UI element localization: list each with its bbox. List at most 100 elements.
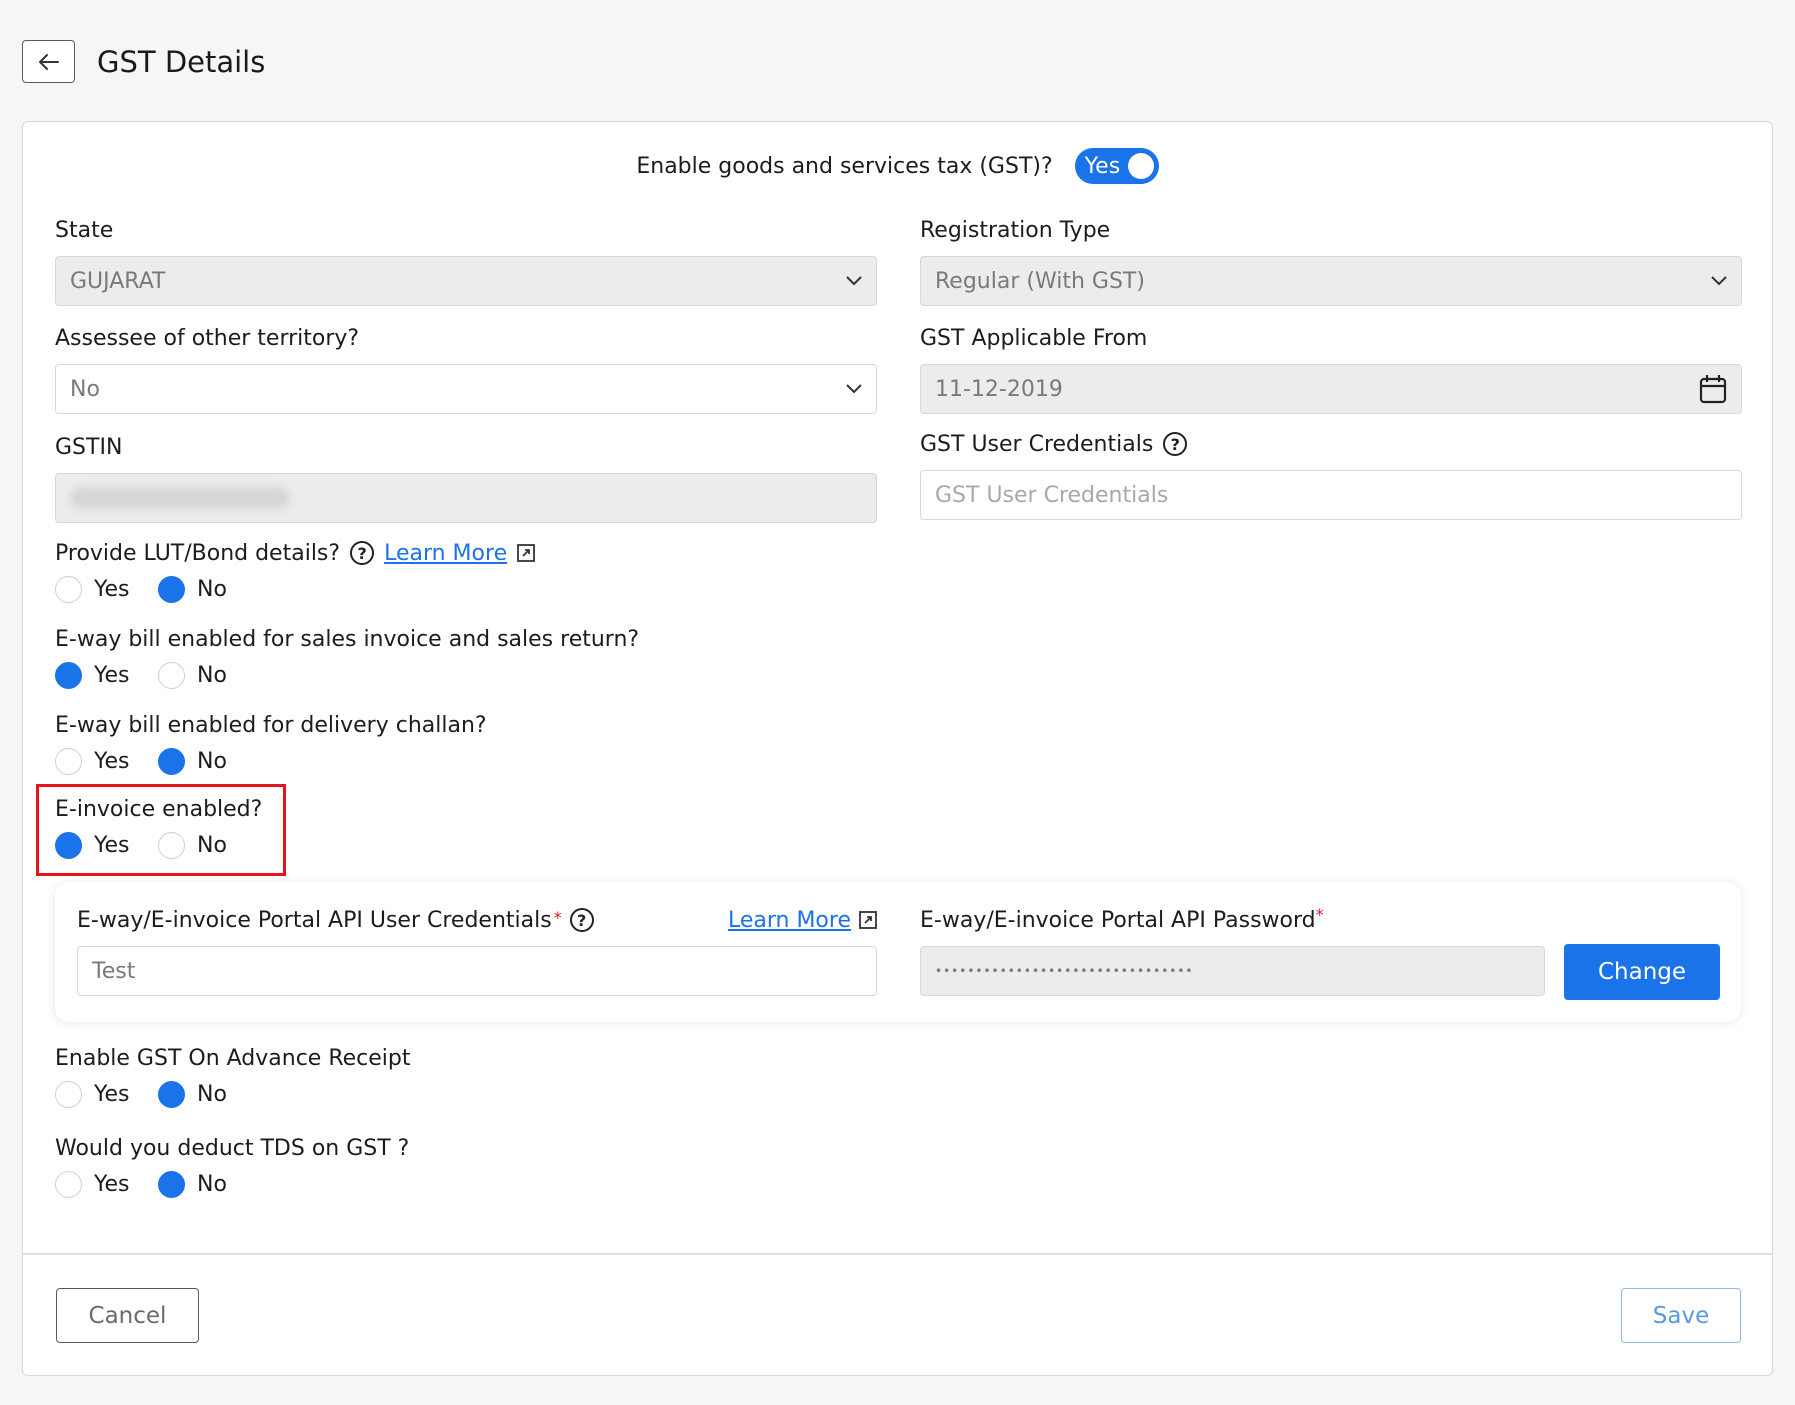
back-button[interactable] [22,40,75,83]
required-mark: * [553,907,562,927]
change-password-button[interactable]: Change [1564,944,1720,1000]
gst-credentials-placeholder: GST User Credentials [935,482,1169,508]
portal-password-value: •••••••••••••••••••••••••••••••• [935,964,1194,978]
tds-label: Would you deduct TDS on GST ? [55,1135,410,1161]
gstin-field: GSTIN [55,432,877,523]
lut-yes-radio[interactable] [55,575,82,603]
help-icon[interactable]: ? [569,908,594,932]
external-link-icon[interactable] [859,911,877,929]
portal-password-input[interactable]: •••••••••••••••••••••••••••••••• [920,946,1545,996]
tds-no-radio[interactable] [158,1170,185,1198]
gst-toggle-label: Enable goods and services tax (GST)? [636,153,1053,179]
chevron-down-icon [1711,276,1727,286]
advance-receipt-no-label: No [197,1081,227,1107]
eway-challan-radio-group: E-way bill enabled for delivery challan?… [55,710,487,776]
calendar-icon[interactable] [1699,374,1727,404]
cancel-button[interactable]: Cancel [56,1288,199,1343]
gst-credentials-input[interactable]: GST User Credentials [920,470,1742,520]
tds-no-label: No [197,1171,227,1197]
gst-form-card: Enable goods and services tax (GST)? Yes… [22,121,1773,1376]
state-label: State [55,217,114,243]
eway-sales-no-label: No [197,662,227,688]
assessee-value: No [70,376,100,402]
gst-toggle-value: Yes [1084,153,1121,179]
registration-type-label: Registration Type [920,217,1111,243]
lut-radio-group: Provide LUT/Bond details? ? Learn More Y… [55,538,536,604]
assessee-field: Assessee of other territory? No [55,323,877,414]
footer-divider [23,1253,1772,1255]
portal-password-label-row: E-way/E-invoice Portal API Password * [920,905,1545,935]
toggle-knob [1127,153,1154,179]
page-title: GST Details [97,44,266,79]
advance-receipt-yes-label: Yes [94,1081,130,1107]
gst-applicable-label: GST Applicable From [920,325,1148,351]
advance-receipt-radio-group: Enable GST On Advance Receipt Yes No [55,1043,411,1109]
lut-yes-label: Yes [94,576,130,602]
help-icon[interactable]: ? [1163,432,1188,456]
eway-challan-label: E-way bill enabled for delivery challan? [55,712,487,738]
chevron-down-icon [846,276,862,286]
eway-challan-no-label: No [197,748,227,774]
portal-user-label-row: E-way/E-invoice Portal API User Credenti… [77,905,877,935]
registration-type-select[interactable]: Regular (With GST) [920,256,1742,306]
eway-sales-label: E-way bill enabled for sales invoice and… [55,626,640,652]
gst-applicable-value: 11-12-2019 [935,376,1063,402]
eway-sales-yes-radio[interactable] [55,661,82,689]
assessee-label: Assessee of other territory? [55,325,360,351]
gst-credentials-field: GST User Credentials ? GST User Credenti… [920,429,1742,520]
gst-applicable-date-input[interactable]: 11-12-2019 [920,364,1742,414]
external-link-icon[interactable] [517,544,536,562]
help-icon[interactable]: ? [350,541,375,565]
gstin-input[interactable] [55,473,877,523]
portal-user-label: E-way/E-invoice Portal API User Credenti… [77,907,552,933]
eway-sales-yes-label: Yes [94,662,130,688]
registration-type-value: Regular (With GST) [935,268,1145,294]
gst-credentials-label-row: GST User Credentials ? [920,429,1742,459]
state-value: GUJARAT [70,268,166,294]
eway-challan-yes-label: Yes [94,748,130,774]
lut-no-label: No [197,576,227,602]
tds-radio-group: Would you deduct TDS on GST ? Yes No [55,1133,409,1199]
einvoice-highlight-box [36,784,286,876]
save-button[interactable]: Save [1621,1288,1741,1343]
state-select[interactable]: GUJARAT [55,256,877,306]
tds-options: Yes No [55,1169,409,1199]
lut-no-radio[interactable] [158,575,185,603]
portal-user-value: Test [92,958,136,984]
eway-challan-options: Yes No [55,746,487,776]
tds-yes-label: Yes [94,1171,130,1197]
advance-receipt-no-radio[interactable] [158,1080,185,1108]
advance-receipt-label: Enable GST On Advance Receipt [55,1045,411,1071]
portal-learn-more-wrap: Learn More [728,908,877,933]
gst-applicable-field: GST Applicable From 11-12-2019 [920,323,1742,414]
lut-label-row: Provide LUT/Bond details? ? Learn More [55,538,536,568]
gstin-label: GSTIN [55,434,123,460]
eway-challan-yes-radio[interactable] [55,747,82,775]
portal-learn-more-link[interactable]: Learn More [728,908,851,933]
portal-password-field: E-way/E-invoice Portal API Password * •••… [920,905,1545,996]
gstin-blurred-value [70,487,290,509]
eway-sales-no-radio[interactable] [158,661,185,689]
required-mark: * [1315,905,1324,924]
lut-label: Provide LUT/Bond details? [55,540,341,566]
lut-learn-more-link[interactable]: Learn More [384,541,507,566]
portal-user-field: E-way/E-invoice Portal API User Credenti… [77,905,877,996]
portal-password-label: E-way/E-invoice Portal API Password [920,907,1316,933]
eway-sales-radio-group: E-way bill enabled for sales invoice and… [55,624,639,690]
advance-receipt-yes-radio[interactable] [55,1080,82,1108]
gst-toggle-row: Enable goods and services tax (GST)? Yes [23,148,1772,184]
registration-type-field: Registration Type Regular (With GST) [920,215,1742,306]
arrow-left-icon [38,53,59,70]
advance-receipt-options: Yes No [55,1079,411,1109]
chevron-down-icon [846,384,862,394]
assessee-select[interactable]: No [55,364,877,414]
eway-sales-options: Yes No [55,660,639,690]
portal-user-input[interactable]: Test [77,946,877,996]
state-field: State GUJARAT [55,215,877,306]
tds-yes-radio[interactable] [55,1170,82,1198]
gst-toggle-switch[interactable]: Yes [1074,148,1159,184]
page-header: GST Details [22,40,265,83]
lut-options: Yes No [55,574,535,604]
gst-credentials-label: GST User Credentials [920,431,1154,457]
eway-challan-no-radio[interactable] [158,747,185,775]
